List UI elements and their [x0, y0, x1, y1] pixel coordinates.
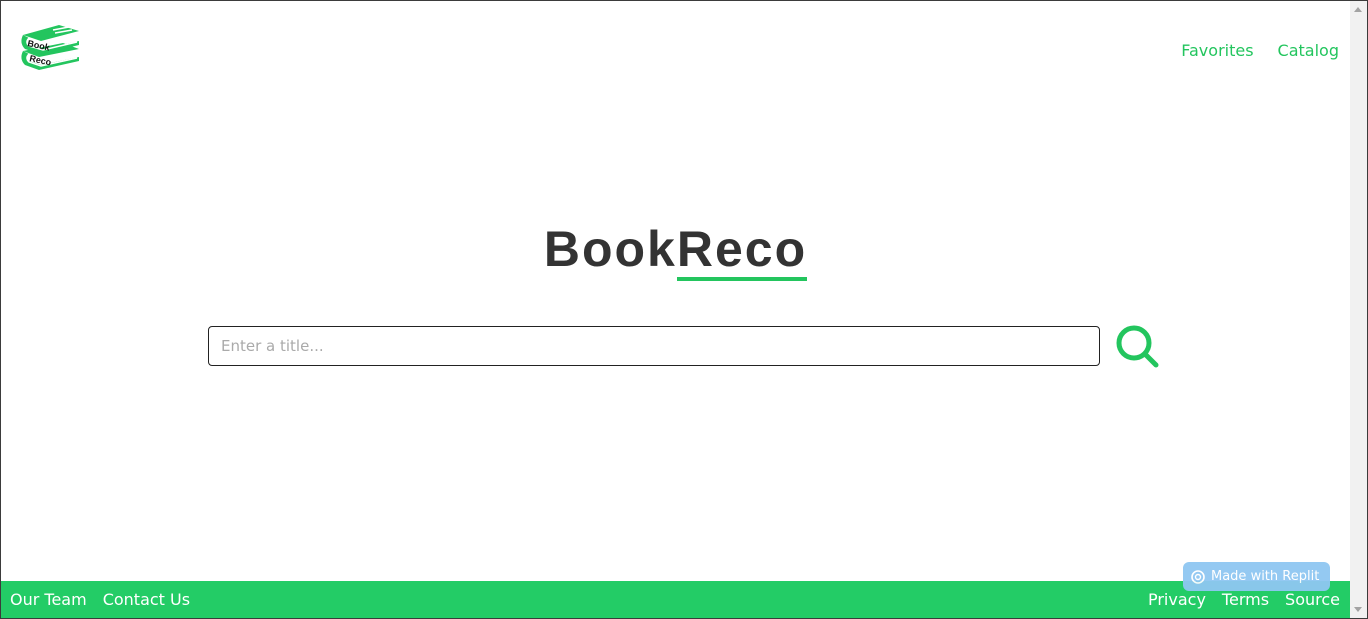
footer-right-links: Privacy Terms Source [1148, 590, 1340, 609]
top-nav: Favorites Catalog [1181, 41, 1339, 60]
replit-badge-label: Made with Replit [1211, 569, 1320, 584]
nav-catalog-link[interactable]: Catalog [1278, 41, 1339, 60]
title-part-reco: Reco [676, 221, 808, 281]
footer-privacy-link[interactable]: Privacy [1148, 590, 1206, 609]
replit-icon [1191, 569, 1205, 584]
footer: Our Team Contact Us Privacy Terms Source [1, 581, 1350, 618]
scroll-down-icon[interactable] [1354, 607, 1362, 612]
search-input[interactable] [208, 326, 1100, 366]
page: Reco Book Favorites Catalog BookReco Ent… [1, 1, 1350, 618]
search-button[interactable] [1113, 322, 1161, 370]
footer-left-links: Our Team Contact Us [10, 590, 190, 609]
footer-terms-link[interactable]: Terms [1222, 590, 1269, 609]
footer-contact-us-link[interactable]: Contact Us [103, 590, 190, 609]
scroll-up-icon[interactable] [1354, 7, 1362, 12]
footer-our-team-link[interactable]: Our Team [10, 590, 87, 609]
made-with-replit-badge[interactable]: Made with Replit [1183, 562, 1330, 591]
bookreco-logo[interactable]: Reco Book [17, 21, 83, 73]
browser-viewport: Reco Book Favorites Catalog BookReco Ent… [0, 0, 1368, 619]
magnifier-icon [1116, 325, 1159, 368]
vertical-scrollbar[interactable] [1350, 1, 1367, 618]
page-title: BookReco [1, 219, 1350, 281]
footer-source-link[interactable]: Source [1285, 590, 1340, 609]
title-part-book: Book [543, 221, 677, 277]
nav-favorites-link[interactable]: Favorites [1181, 41, 1253, 60]
